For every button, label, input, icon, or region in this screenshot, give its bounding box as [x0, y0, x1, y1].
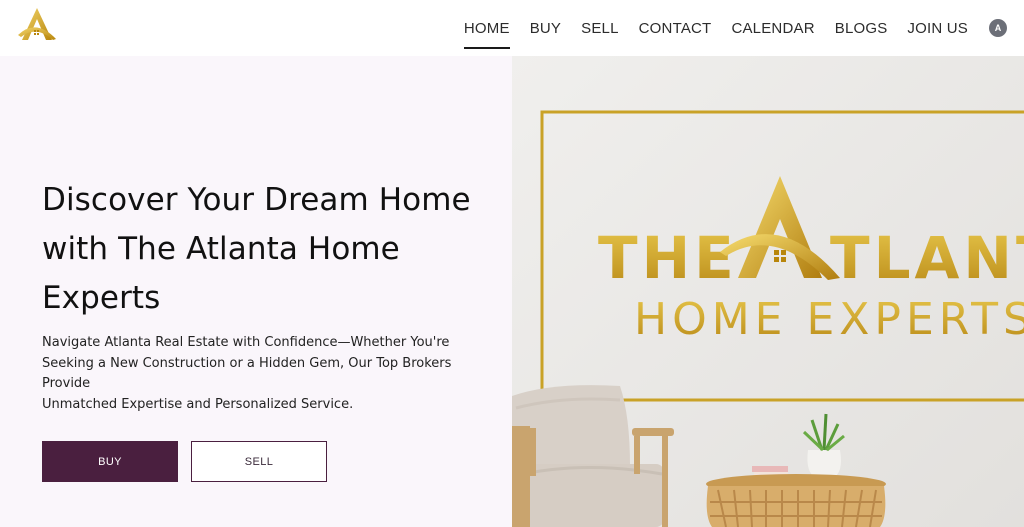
hero-title: Discover Your Dream Home with The Atlant… [42, 176, 492, 323]
buy-button[interactable]: BUY [42, 441, 178, 482]
nav-sell[interactable]: SELL [581, 0, 619, 56]
sell-button[interactable]: SELL [191, 441, 327, 482]
nav-blogs[interactable]: BLOGS [835, 0, 888, 56]
hero-image: THE TLANT HOME EXPERTS [512, 56, 1024, 527]
nav-contact[interactable]: CONTACT [639, 0, 712, 56]
books-illustration [752, 466, 788, 472]
nav-calendar[interactable]: CALENDAR [731, 0, 814, 56]
hero-title-line: Discover Your Dream Home [42, 182, 471, 218]
wicker-table-illustration [706, 474, 886, 527]
user-avatar[interactable]: A [989, 19, 1007, 37]
hero-subtitle-line: Seeking a New Construction or a Hidden G… [42, 355, 452, 392]
hero-subtitle: Navigate Atlanta Real Estate with Confid… [42, 333, 492, 415]
hero-subtitle-line: Unmatched Expertise and Personalized Ser… [42, 396, 354, 412]
hero-title-line: with The Atlanta Home [42, 231, 400, 267]
hero-text-panel: Discover Your Dream Home with The Atlant… [0, 56, 512, 527]
nav-buy[interactable]: BUY [530, 0, 561, 56]
main-nav: HOME BUY SELL CONTACT CALENDAR BLOGS JOI… [463, 0, 1024, 56]
hero-subtitle-line: Navigate Atlanta Real Estate with Confid… [42, 335, 450, 350]
site-header: HOME BUY SELL CONTACT CALENDAR BLOGS JOI… [0, 0, 1024, 56]
hero-image-illustration: THE TLANT HOME EXPERTS [512, 56, 1024, 527]
nav-join-us[interactable]: JOIN US [907, 0, 968, 56]
sign-text-the: THE [598, 224, 738, 292]
hero-title-line: Experts [42, 280, 161, 316]
sign-text-tlant: TLANT [830, 224, 1024, 292]
nav-home[interactable]: HOME [463, 0, 510, 56]
sign-text-home-experts: HOME EXPERTS [634, 294, 1024, 345]
atlanta-home-logo-icon[interactable] [16, 6, 58, 44]
